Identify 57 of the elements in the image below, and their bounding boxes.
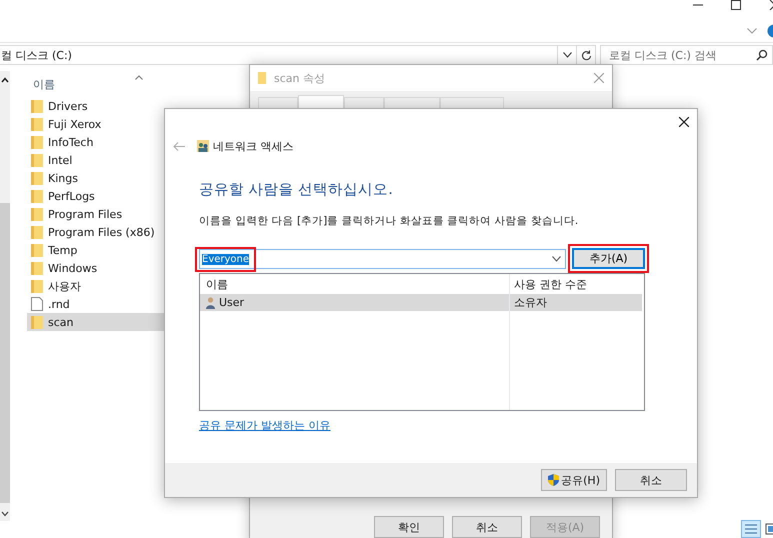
shield-icon	[548, 474, 560, 486]
scrollbar[interactable]	[0, 71, 10, 521]
folder-icon	[31, 225, 43, 239]
chevron-down-icon[interactable]	[552, 256, 561, 262]
folder-icon	[31, 279, 43, 293]
close-icon[interactable]	[679, 117, 689, 127]
file-row[interactable]: Drivers	[27, 97, 165, 115]
user-row[interactable]: User 소유자	[200, 294, 642, 311]
file-row[interactable]: Program Files (x86)	[27, 223, 165, 241]
search-icon[interactable]	[756, 49, 768, 61]
column-header[interactable]: 이름	[33, 76, 55, 92]
maximize-icon[interactable]	[731, 0, 741, 10]
folder-icon	[31, 99, 43, 113]
file-row[interactable]: InfoTech	[27, 133, 165, 151]
file-row[interactable]: PerfLogs	[27, 187, 165, 205]
folder-icon	[31, 153, 43, 167]
file-row[interactable]: Program Files	[27, 205, 165, 223]
search-field[interactable]: 로컬 디스크 (C:) 검색	[607, 48, 756, 62]
folder-icon	[31, 135, 43, 149]
scroll-down-icon[interactable]	[1, 511, 9, 517]
file-row[interactable]: Kings	[27, 169, 165, 187]
file-row[interactable]: .rnd	[27, 295, 165, 313]
help-link[interactable]: 공유 문제가 발생하는 이유	[199, 418, 330, 433]
details-view-icon[interactable]	[741, 520, 761, 538]
search-box[interactable]: 로컬 디스크 (C:) 검색	[600, 45, 773, 65]
file-row[interactable]: 사용자	[27, 277, 165, 295]
folder-icon	[31, 189, 43, 203]
file-row[interactable]: Windows	[27, 259, 165, 277]
user-icon	[206, 296, 215, 308]
dialog-title: 네트워크 액세스	[213, 138, 294, 154]
heading: 공유할 사람을 선택하십시오.	[199, 181, 394, 199]
dialog-button[interactable]: 취소	[452, 516, 522, 538]
folder-icon	[31, 171, 43, 185]
folder-icon	[31, 243, 43, 257]
people-icon	[197, 140, 209, 152]
folder-icon	[31, 315, 43, 329]
file-row[interactable]: scan	[27, 313, 165, 331]
instruction-text: 이름을 입력한 다음 [추가]를 클릭하거나 화살표를 클릭하여 사람을 찾습니다.	[199, 214, 580, 228]
name-combobox[interactable]: Everyone	[199, 248, 566, 268]
folder-icon	[31, 117, 43, 131]
folder-icon	[31, 207, 43, 221]
column-header[interactable]: 사용 권한 수준	[514, 278, 587, 290]
file-row[interactable]: Fuji Xerox	[27, 115, 165, 133]
file-row[interactable]: Intel	[27, 151, 165, 169]
folder-icon	[31, 261, 43, 275]
dialog-button[interactable]: 확인	[374, 516, 444, 538]
file-row[interactable]: Temp	[27, 241, 165, 259]
window-title: scan 속성	[274, 70, 326, 86]
scroll-up-icon[interactable]	[1, 77, 9, 83]
file-icon	[31, 297, 43, 311]
refresh-icon[interactable]	[580, 50, 592, 60]
dialog-button[interactable]: 취소	[615, 469, 687, 491]
dialog-button[interactable]: 공유(H)	[541, 469, 607, 491]
sort-caret-icon	[135, 75, 143, 80]
column-header[interactable]: 이름	[206, 276, 228, 292]
chevron-down-icon[interactable]	[562, 52, 572, 58]
folder-icon	[258, 72, 266, 84]
